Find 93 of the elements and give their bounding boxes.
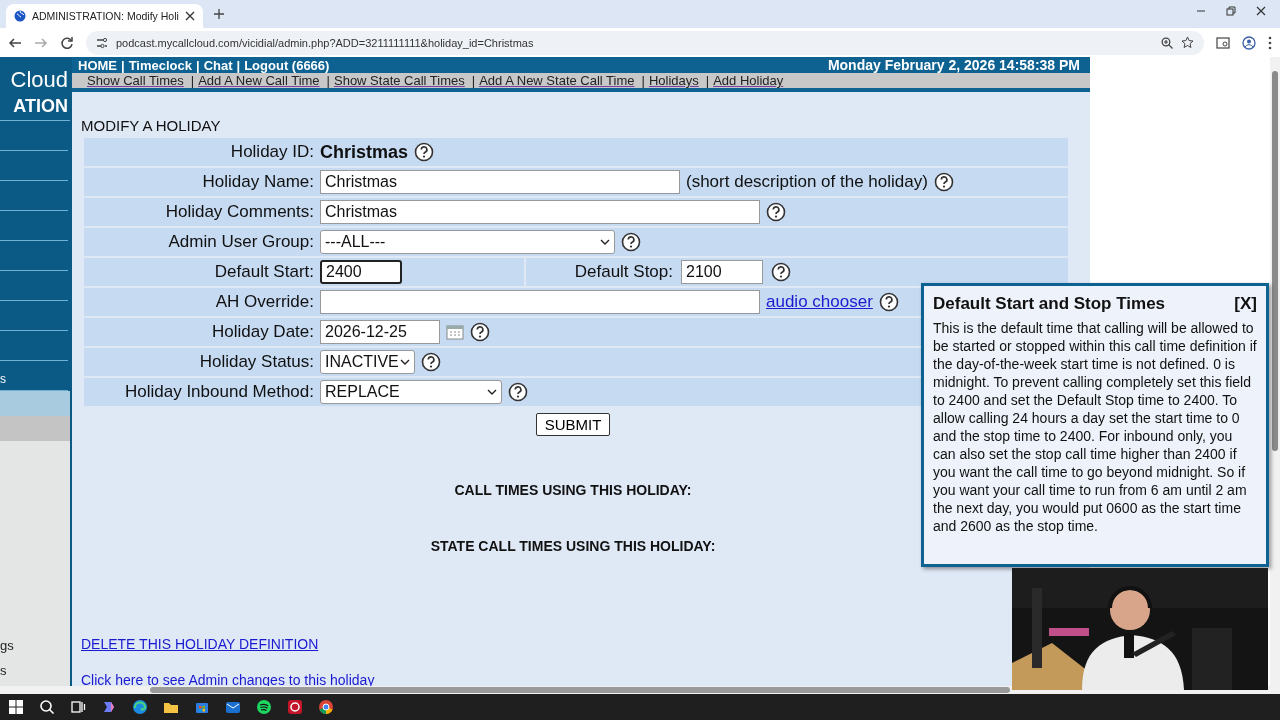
field-label: AH Override:	[214, 292, 315, 312]
chevron-down-icon	[487, 389, 497, 395]
link-separator: |	[471, 73, 476, 88]
restore-icon[interactable]	[1226, 6, 1236, 16]
dropdown[interactable]: INACTIVE	[320, 350, 415, 374]
link-separator: |	[190, 73, 195, 88]
sidebar-item[interactable]: gs	[0, 638, 70, 653]
link-separator: |	[705, 73, 710, 88]
nav-link[interactable]: Add A New Call Time	[198, 73, 323, 88]
zoom-icon[interactable]	[1161, 36, 1173, 49]
link-separator: |	[236, 57, 241, 73]
menu-icon[interactable]	[1268, 35, 1272, 50]
text-field[interactable]: 2100	[681, 260, 763, 284]
field-label: Admin User Group:	[167, 232, 315, 252]
logo-text: Cloud	[10, 67, 68, 93]
address-bar[interactable]: podcast.mycallcloud.com/vicidial/admin.php?ADD=3211111111&holiday_id=Christmas	[86, 30, 1204, 55]
plus-icon[interactable]	[212, 8, 225, 20]
field-note: (short description of the holiday)	[686, 172, 928, 192]
field-label: Holiday ID:	[229, 142, 315, 162]
submit-button[interactable]: SUBMIT	[535, 413, 611, 436]
sidebar-icon[interactable]	[1216, 36, 1230, 49]
header-link[interactable]: HOME	[78, 57, 117, 73]
holiday-id: Christmas	[320, 141, 409, 163]
date-time: Monday February 2, 2026 14:58:38 PM	[827, 57, 1080, 73]
field-label: Holiday Inbound Method:	[123, 382, 315, 402]
back-arrow-icon[interactable]	[8, 35, 22, 50]
help-icon[interactable]	[933, 172, 954, 192]
search-icon[interactable]	[39, 699, 55, 715]
scrollbar[interactable]	[0, 686, 1280, 694]
help-icon[interactable]	[621, 232, 641, 252]
nav-link[interactable]: Show State Call Times	[334, 73, 468, 88]
dropdown[interactable]: REPLACE	[320, 380, 502, 404]
nav-link[interactable]: Add A New State Call Time	[479, 73, 638, 88]
text-field[interactable]: Christmas	[320, 200, 760, 224]
close-icon[interactable]	[184, 11, 195, 21]
close-icon[interactable]	[1256, 6, 1266, 16]
field-label: Holiday Date:	[210, 322, 315, 342]
header-link[interactable]: Logout (6666)	[244, 57, 330, 73]
browser-icon[interactable]	[132, 699, 148, 715]
chevron-down-icon	[400, 359, 410, 365]
help-icon[interactable]	[771, 262, 791, 282]
mail-icon[interactable]	[225, 699, 241, 715]
reload-icon[interactable]	[60, 35, 74, 50]
dropdown[interactable]: ---ALL---	[320, 230, 615, 254]
field-label: Holiday Comments:	[164, 202, 315, 222]
nav-link[interactable]: Add Holiday	[713, 73, 787, 88]
scrollbar[interactable]	[1270, 57, 1280, 686]
task-view-icon[interactable]	[70, 699, 86, 715]
text-field[interactable]	[320, 290, 760, 314]
field-label: Default Stop:	[574, 262, 673, 282]
music-app-icon[interactable]	[256, 699, 272, 715]
section-heading: STATE CALL TIMES USING THIS HOLIDAY:	[430, 538, 716, 554]
nav-link[interactable]: Show Call Times	[87, 73, 187, 88]
header-link[interactable]: Chat	[203, 57, 233, 73]
text-field[interactable]: Christmas	[320, 170, 680, 194]
windows-logo-icon[interactable]	[8, 699, 24, 715]
sidebar-item[interactable]: s	[0, 663, 70, 678]
globe-icon	[14, 10, 26, 22]
ring-app-icon[interactable]	[287, 699, 303, 715]
help-icon[interactable]	[414, 142, 435, 162]
help-text: This is the default time that calling will be allowed to be started or stopped within this call time definition if the day-of-the-week start time is not defined. 0 is midnight. To prevent calling completely set this field to 2400 and set the Default Stop time to 2400. To allow calling 24 hours a day set the start time to 0 and the stop time to 2400. For inbound only, you can also set the stop call time higher than 2400 if you want the call time to go beyond midnight. So if you want your call time to run from 6 am until 2 am the next day, you would put 0600 as the start time and 2600 as the stop time.	[933, 319, 1257, 535]
field-label: Holiday Name:	[201, 172, 315, 192]
field-label: Holiday Status:	[198, 352, 315, 372]
sidebar-title: ATION	[13, 96, 68, 117]
chevron-down-icon	[600, 239, 610, 245]
help-icon[interactable]	[470, 322, 490, 342]
star-icon[interactable]	[1181, 36, 1194, 49]
section-heading: CALL TIMES USING THIS HOLIDAY:	[454, 482, 692, 498]
help-icon[interactable]	[878, 292, 899, 312]
close-button[interactable]: [X]	[1234, 294, 1257, 314]
link-separator: |	[326, 73, 330, 88]
nav-link[interactable]: Holidays	[648, 73, 702, 88]
sidebar-item[interactable]: s	[0, 372, 6, 386]
admin-link[interactable]: Click here to see Admin changes to this holiday	[81, 672, 375, 688]
link-separator: |	[121, 57, 125, 73]
profile-icon[interactable]	[1242, 35, 1256, 50]
header-link[interactable]: Timeclock	[128, 57, 192, 73]
link-separator: |	[196, 57, 200, 73]
help-icon[interactable]	[766, 202, 786, 222]
date-field[interactable]: 2026-12-25	[320, 320, 440, 344]
field-label: Default Start:	[213, 262, 315, 282]
sidebar-submenu-band	[0, 416, 70, 441]
admin-link[interactable]: DELETE THIS HOLIDAY DEFINITION	[81, 636, 319, 652]
help-icon[interactable]	[508, 382, 528, 402]
popup-title: Default Start and Stop Times	[933, 294, 1166, 314]
site-settings-icon	[96, 36, 108, 49]
audio-chooser-link[interactable]: audio chooser	[766, 292, 873, 312]
link-separator: |	[641, 73, 645, 88]
form-heading: MODIFY A HOLIDAY	[81, 117, 221, 134]
browser-tab[interactable]: ADMINISTRATION: Modify Holi	[6, 4, 203, 28]
text-field[interactable]: 2400	[320, 260, 402, 284]
swirl-app-icon[interactable]	[101, 699, 117, 715]
help-icon[interactable]	[421, 352, 441, 372]
